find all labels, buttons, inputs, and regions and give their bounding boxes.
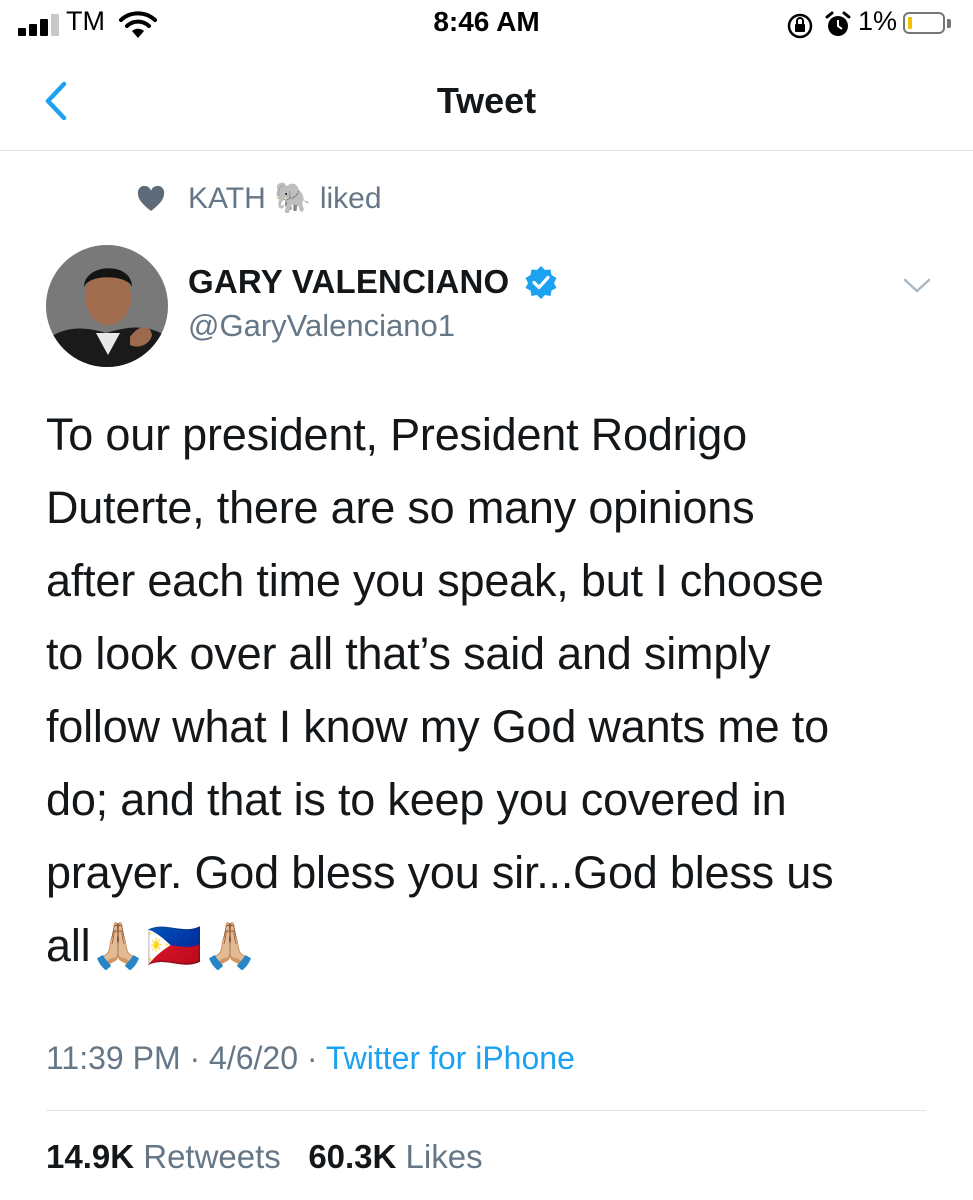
- tweet-text-line: to look over all that’s said and simply: [46, 628, 771, 679]
- battery-icon: [903, 12, 951, 36]
- retweets-label: Retweets: [143, 1138, 281, 1175]
- heart-icon: [137, 185, 165, 211]
- author-handle[interactable]: @GaryValenciano1: [188, 308, 455, 344]
- meta-separator: ·: [189, 1040, 201, 1076]
- avatar[interactable]: [46, 245, 168, 367]
- likes-stat[interactable]: 60.3K Likes: [308, 1138, 482, 1175]
- tweet-text-line: prayer. God bless you sir...God bless us: [46, 847, 834, 898]
- tweet-time: 11:39 PM: [46, 1040, 181, 1076]
- tweet-text-line: Duterte, there are so many opinions: [46, 482, 755, 533]
- status-bar: TM 8:46 AM 1%: [0, 0, 973, 52]
- liker-name: KATH: [188, 182, 266, 215]
- verified-badge-icon: [525, 266, 557, 299]
- likes-label: Likes: [405, 1138, 483, 1175]
- meta-separator: ·: [306, 1040, 318, 1076]
- tweet-text: To our president, President Rodrigo Dute…: [46, 398, 936, 982]
- tweet-date: 4/6/20: [209, 1040, 298, 1076]
- tweet-stats: 14.9K Retweets 60.3K Likes: [46, 1138, 483, 1176]
- retweets-stat[interactable]: 14.9K Retweets: [46, 1138, 281, 1175]
- tweet-meta: 11:39 PM · 4/6/20 · Twitter for iPhone: [46, 1040, 575, 1077]
- page-title: Tweet: [436, 80, 537, 121]
- tweet-text-line: after each time you speak, but I choose: [46, 555, 824, 606]
- tweet-text-line: To our president, President Rodrigo: [46, 409, 747, 460]
- liker-emoji: 🐘: [274, 182, 312, 215]
- chevron-down-icon[interactable]: [902, 276, 932, 296]
- tweet-text-line: follow what I know my God wants me to: [46, 701, 829, 752]
- tweet-source-link[interactable]: Twitter for iPhone: [326, 1040, 575, 1076]
- divider: [46, 1110, 926, 1111]
- social-context[interactable]: KATH 🐘 liked: [188, 181, 382, 216]
- battery-percent: 1%: [858, 6, 898, 36]
- orientation-lock-icon: [787, 13, 813, 39]
- retweets-count: 14.9K: [46, 1138, 135, 1175]
- likes-count: 60.3K: [308, 1138, 397, 1175]
- alarm-icon: [825, 11, 851, 36]
- tweet-text-line: all🙏🏼🇵🇭🙏🏼: [46, 920, 258, 971]
- tweet-text-line: do; and that is to keep you covered in: [46, 774, 787, 825]
- liked-label: liked: [319, 182, 382, 215]
- author-display-name[interactable]: GARY VALENCIANO: [188, 263, 509, 301]
- display-name-text: GARY VALENCIANO: [188, 263, 510, 300]
- navigation-bar: Tweet: [0, 52, 973, 151]
